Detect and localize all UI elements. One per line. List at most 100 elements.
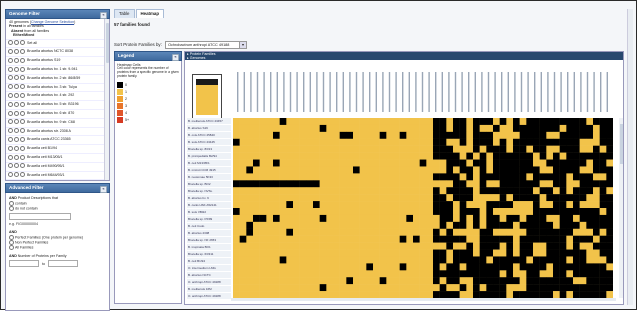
heatmap-cell[interactable] <box>520 229 527 236</box>
heatmap-cell[interactable] <box>233 256 240 263</box>
heatmap-cell[interactable] <box>573 173 580 180</box>
heatmap-cell[interactable] <box>440 125 447 132</box>
heatmap-cell[interactable] <box>273 284 280 291</box>
heatmap-cell[interactable] <box>553 201 560 208</box>
heatmap-cell[interactable] <box>600 250 607 257</box>
heatmap-cell[interactable] <box>306 118 313 125</box>
heatmap-cell[interactable] <box>440 201 447 208</box>
heatmap-cell[interactable] <box>566 284 573 291</box>
heatmap-cell[interactable] <box>400 270 407 277</box>
heatmap-cell[interactable] <box>600 277 607 284</box>
heatmap-cell[interactable] <box>600 263 607 270</box>
heatmap-cell[interactable] <box>386 243 393 250</box>
heatmap-cell[interactable] <box>553 194 560 201</box>
heatmap-cell[interactable] <box>480 146 487 153</box>
heatmap-cell[interactable] <box>526 153 533 160</box>
heatmap-cell[interactable] <box>240 291 247 298</box>
heatmap-cell[interactable] <box>586 215 593 222</box>
heatmap-cell[interactable] <box>560 236 567 243</box>
heatmap-cell[interactable] <box>300 229 307 236</box>
heatmap-cell[interactable] <box>240 118 247 125</box>
heatmap-cell[interactable] <box>606 222 613 229</box>
genome-row-label[interactable]: B. microti CCM 4915 <box>187 167 231 174</box>
heatmap-cell[interactable] <box>440 291 447 298</box>
heatmap-cell[interactable] <box>413 270 420 277</box>
column-label[interactable] <box>541 72 542 112</box>
heatmap-cell[interactable] <box>280 118 287 125</box>
heatmap-cell[interactable] <box>453 243 460 250</box>
heatmap-cell[interactable] <box>493 166 500 173</box>
heatmap-cell[interactable] <box>300 180 307 187</box>
heatmap-cell[interactable] <box>440 256 447 263</box>
heatmap-cell[interactable] <box>273 180 280 187</box>
heatmap-cell[interactable] <box>293 263 300 270</box>
heatmap-cell[interactable] <box>593 270 600 277</box>
heatmap-cell[interactable] <box>373 222 380 229</box>
heatmap-cell[interactable] <box>253 139 260 146</box>
heatmap-cell[interactable] <box>340 187 347 194</box>
heatmap-cell[interactable] <box>580 236 587 243</box>
heatmap-cell[interactable] <box>533 215 540 222</box>
heatmap-cell[interactable] <box>506 222 513 229</box>
heatmap-cell[interactable] <box>353 284 360 291</box>
heatmap-cell[interactable] <box>526 201 533 208</box>
heatmap-cell[interactable] <box>326 173 333 180</box>
heatmap-cell[interactable] <box>386 277 393 284</box>
heatmap-cell[interactable] <box>520 250 527 257</box>
heatmap-cell[interactable] <box>513 139 520 146</box>
heatmap-cell[interactable] <box>273 201 280 208</box>
heatmap-cell[interactable] <box>440 243 447 250</box>
heatmap-cell[interactable] <box>540 153 547 160</box>
heatmap-cell[interactable] <box>346 256 353 263</box>
heatmap-cell[interactable] <box>600 125 607 132</box>
heatmap-cell[interactable] <box>453 194 460 201</box>
heatmap-cell[interactable] <box>486 180 493 187</box>
heatmap-cell[interactable] <box>406 173 413 180</box>
heatmap-cell[interactable] <box>566 229 573 236</box>
heatmap-cell[interactable] <box>526 229 533 236</box>
heatmap-cell[interactable] <box>286 236 293 243</box>
heatmap-cell[interactable] <box>533 125 540 132</box>
heatmap-cell[interactable] <box>586 173 593 180</box>
heatmap-cell[interactable] <box>346 132 353 139</box>
column-label[interactable] <box>600 72 601 112</box>
heatmap-cell[interactable] <box>326 201 333 208</box>
heatmap-cell[interactable] <box>506 160 513 167</box>
heatmap-cell[interactable] <box>280 160 287 167</box>
heatmap-cell[interactable] <box>573 201 580 208</box>
heatmap-cell[interactable] <box>546 146 553 153</box>
heatmap-cell[interactable] <box>560 256 567 263</box>
heatmap-cell[interactable] <box>393 160 400 167</box>
heatmap-cell[interactable] <box>500 118 507 125</box>
heatmap-cell[interactable] <box>266 250 273 257</box>
heatmap-cell[interactable] <box>453 215 460 222</box>
heatmap-cell[interactable] <box>400 153 407 160</box>
heatmap-cell[interactable] <box>240 132 247 139</box>
heatmap-cell[interactable] <box>453 173 460 180</box>
heatmap-cell[interactable] <box>500 153 507 160</box>
column-label[interactable] <box>389 72 390 112</box>
heatmap-cell[interactable] <box>366 125 373 132</box>
heatmap-cell[interactable] <box>260 160 267 167</box>
radio-present[interactable] <box>8 146 13 151</box>
radio-present[interactable] <box>8 93 13 98</box>
heatmap-cell[interactable] <box>273 125 280 132</box>
heatmap-cell[interactable] <box>533 263 540 270</box>
heatmap-cell[interactable] <box>260 243 267 250</box>
heatmap-cell[interactable] <box>606 166 613 173</box>
heatmap-cell[interactable] <box>440 208 447 215</box>
heatmap-cell[interactable] <box>440 180 447 187</box>
heatmap-cell[interactable] <box>500 243 507 250</box>
heatmap-cell[interactable] <box>560 194 567 201</box>
column-label[interactable] <box>448 72 449 112</box>
heatmap-cell[interactable] <box>366 173 373 180</box>
heatmap-cell[interactable] <box>540 215 547 222</box>
heatmap-cell[interactable] <box>426 256 433 263</box>
heatmap-cell[interactable] <box>340 118 347 125</box>
heatmap-cell[interactable] <box>553 187 560 194</box>
heatmap-cell[interactable] <box>566 187 573 194</box>
heatmap-cell[interactable] <box>540 270 547 277</box>
heatmap-cell[interactable] <box>426 229 433 236</box>
heatmap-cell[interactable] <box>253 201 260 208</box>
heatmap-cell[interactable] <box>466 208 473 215</box>
